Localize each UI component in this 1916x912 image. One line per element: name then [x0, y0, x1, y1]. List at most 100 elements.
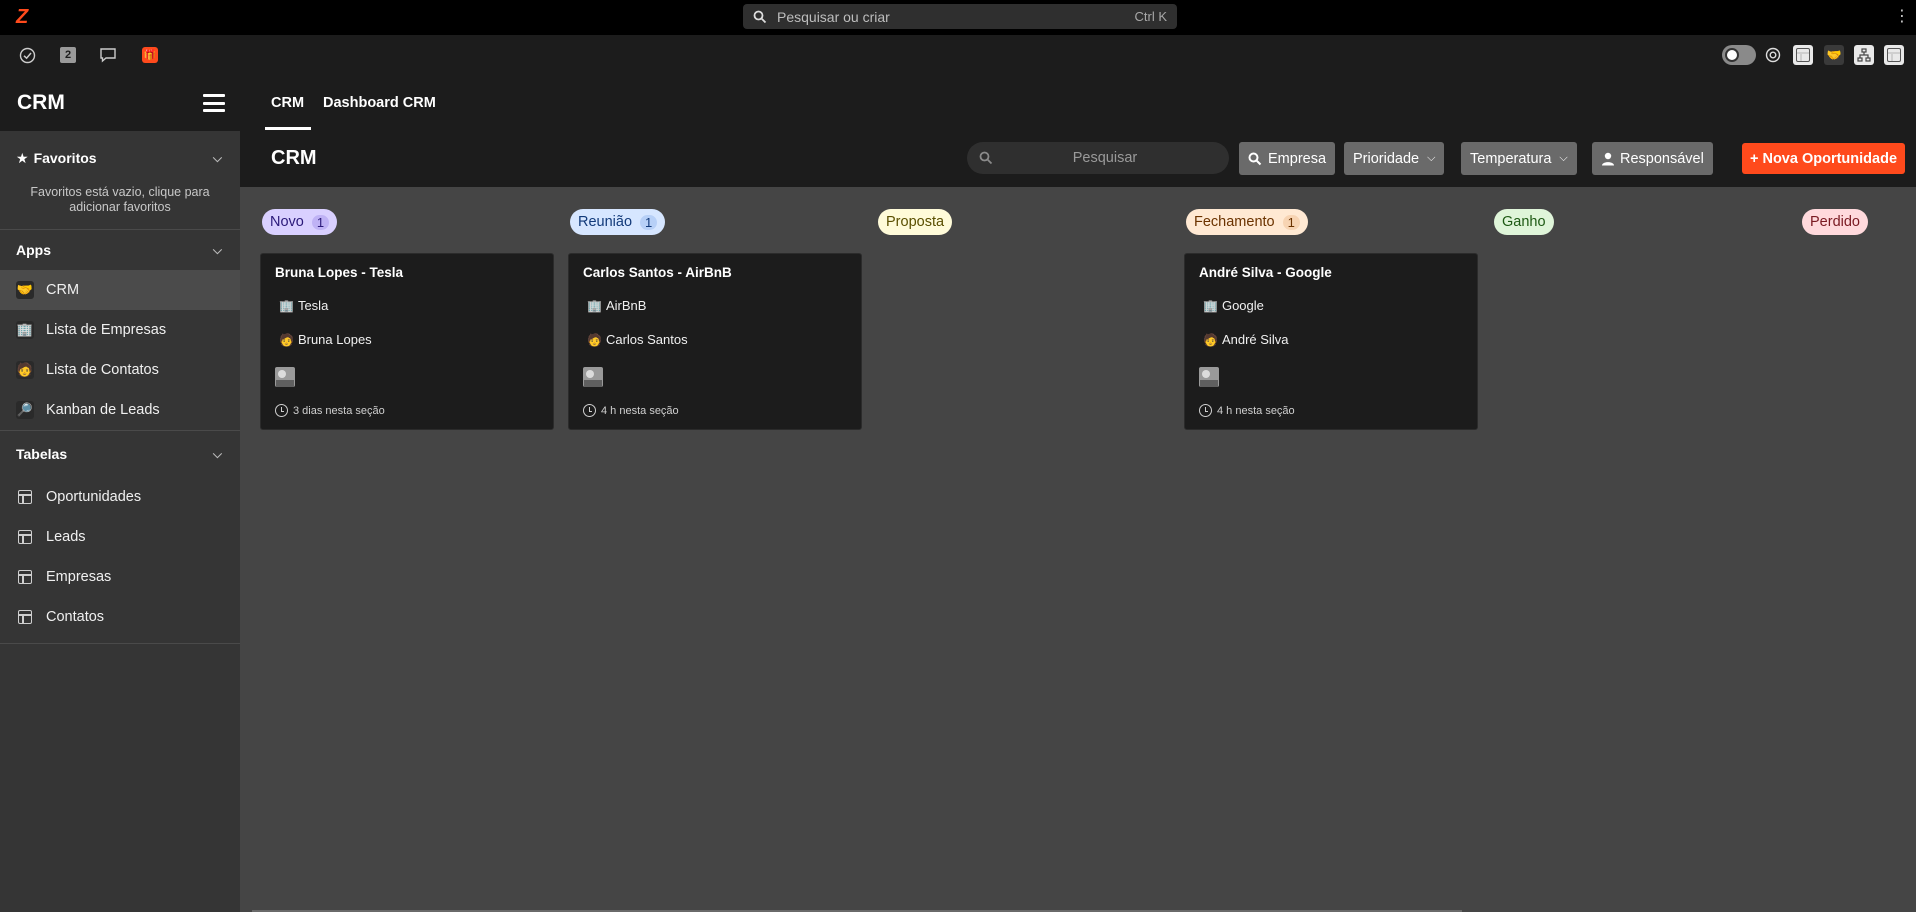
chevron-down-icon: ⌵	[1559, 152, 1568, 164]
sidebar-item-lista-de-contatos[interactable]: 🧑 Lista de Contatos	[0, 350, 240, 390]
card-contact: 🧑 Bruna Lopes	[279, 332, 372, 347]
card-time-label: 3 dias nesta seção	[293, 404, 385, 417]
table-view-icon[interactable]	[1793, 45, 1813, 65]
building-icon: 🏢	[1203, 298, 1218, 313]
tables-title: Tabelas	[16, 446, 68, 462]
card-company-name: Tesla	[297, 298, 329, 313]
column-header-ganho[interactable]: Ganho	[1494, 209, 1554, 235]
card-contact-name: André Silva	[1221, 332, 1289, 347]
star-icon: ★	[16, 149, 29, 166]
chevron-down-icon: ⌵	[1427, 152, 1436, 164]
column-header-perdido[interactable]: Perdido	[1802, 209, 1868, 235]
sidebar-item-kanban-de-leads[interactable]: 🔎 Kanban de Leads	[0, 390, 240, 430]
filter-responsavel-label: Responsável	[1620, 150, 1704, 167]
notification-count: 2	[60, 47, 76, 63]
column-label: Novo	[270, 214, 304, 230]
card-contact-name: Bruna Lopes	[297, 332, 372, 347]
chat-icon[interactable]	[99, 46, 117, 64]
building-icon: 🏢	[279, 298, 294, 313]
global-search-input[interactable]: Pesquisar ou criar Ctrl K	[743, 4, 1177, 29]
search-icon	[1248, 152, 1262, 165]
table-icon	[16, 528, 34, 546]
avatar	[1199, 367, 1219, 387]
clock-icon	[275, 404, 288, 417]
sidebar: CRM ★ Favoritos ⌵ Favoritos está vazio, …	[0, 73, 240, 912]
favorites-empty-text: Favoritos está vazio, clique para adicio…	[30, 185, 210, 214]
sidebar-item-leads[interactable]: Leads	[0, 517, 240, 557]
sidebar-header: CRM	[0, 73, 240, 131]
gift-icon[interactable]: 🎁	[141, 46, 159, 64]
sidebar-title: CRM	[17, 91, 65, 114]
filter-empresa-button[interactable]: Empresa	[1239, 142, 1336, 175]
column-label: Fechamento	[1194, 214, 1275, 230]
global-search-shortcut: Ctrl K	[1134, 9, 1168, 24]
tab-crm[interactable]: CRM	[271, 95, 304, 111]
sidebar-item-label: Contatos	[46, 609, 105, 625]
opportunity-card[interactable]: Carlos Santos - AirBnB 🏢 AirBnB 🧑 Carlos…	[568, 253, 862, 430]
card-company: 🏢 Tesla	[279, 298, 328, 313]
person-icon: 🧑	[1203, 332, 1218, 347]
hamburger-menu-icon[interactable]	[203, 94, 225, 112]
card-title: Bruna Lopes - Tesla	[275, 265, 404, 280]
sidebar-item-contatos[interactable]: Contatos	[0, 597, 240, 637]
magnifier-icon: 🔎	[16, 401, 34, 419]
sidebar-item-lista-de-empresas[interactable]: 🏢 Lista de Empresas	[0, 310, 240, 350]
toggle-knob	[1725, 48, 1739, 62]
sidebar-item-label: Oportunidades	[46, 489, 142, 505]
card-time-in-section: 4 h nesta seção	[1199, 404, 1295, 417]
chevron-down-icon: ⌵	[212, 151, 222, 165]
filter-prioridade-dropdown[interactable]: Prioridade ⌵	[1344, 142, 1445, 175]
column-header-novo[interactable]: Novo 1	[262, 209, 338, 235]
filter-temperatura-dropdown[interactable]: Temperatura ⌵	[1461, 142, 1577, 175]
more-menu-icon[interactable]: ⋮	[1894, 6, 1910, 26]
favorites-header[interactable]: ★ Favoritos ⌵	[0, 131, 240, 185]
theme-toggle[interactable]	[1722, 45, 1756, 65]
card-company-name: Google	[1221, 298, 1264, 313]
column-header-proposta[interactable]: Proposta	[878, 209, 953, 235]
tab-dashboard-crm[interactable]: Dashboard CRM	[323, 95, 436, 111]
sidebar-item-label: Kanban de Leads	[46, 402, 160, 418]
sidebar-item-label: Leads	[46, 529, 86, 545]
opportunity-card[interactable]: Bruna Lopes - Tesla 🏢 Tesla 🧑 Bruna Lope…	[260, 253, 554, 430]
opportunity-card[interactable]: André Silva - Google 🏢 Google 🧑 André Si…	[1184, 253, 1478, 430]
avatar	[275, 367, 295, 387]
card-company-name: AirBnB	[605, 298, 647, 313]
top-bar: Z Pesquisar ou criar Ctrl K ⋮	[0, 0, 1916, 35]
lifebuoy-icon[interactable]	[1763, 45, 1783, 65]
clock-icon	[1199, 404, 1212, 417]
grid-view-icon[interactable]	[1884, 45, 1904, 65]
sidebar-item-label: Empresas	[46, 569, 112, 585]
check-circle-icon[interactable]	[18, 46, 36, 64]
sidebar-item-crm[interactable]: 🤝 CRM	[0, 270, 240, 310]
column-label: Proposta	[886, 214, 945, 230]
page-title: CRM	[271, 147, 317, 169]
sidebar-item-label: Lista de Contatos	[46, 362, 159, 378]
building-icon: 🏢	[16, 321, 34, 339]
column-label: Reunião	[578, 214, 633, 230]
handshake-icon[interactable]: 🤝	[1824, 45, 1844, 65]
search-input[interactable]: Pesquisar	[967, 142, 1229, 174]
tables-header[interactable]: Tabelas ⌵	[0, 431, 240, 477]
card-title: Carlos Santos - AirBnB	[583, 265, 732, 280]
chevron-down-icon: ⌵	[212, 243, 222, 257]
kanban-board: Novo 1 Reunião 1 Proposta Fechamento 1 G…	[240, 187, 1916, 912]
notifications-badge[interactable]: 2	[59, 46, 77, 64]
filter-prioridade-label: Prioridade	[1353, 150, 1420, 167]
building-icon: 🏢	[587, 298, 602, 313]
handshake-icon: 🤝	[16, 281, 34, 299]
card-time-label: 4 h nesta seção	[601, 404, 679, 417]
filter-responsavel-button[interactable]: Responsável	[1592, 142, 1713, 175]
card-company: 🏢 AirBnB	[587, 298, 646, 313]
app-logo[interactable]: Z	[16, 6, 28, 29]
user-icon	[1602, 152, 1614, 165]
column-header-reuniao[interactable]: Reunião 1	[570, 209, 666, 235]
nova-oportunidade-button[interactable]: + Nova Oportunidade	[1742, 143, 1906, 174]
column-header-fechamento[interactable]: Fechamento 1	[1186, 209, 1308, 235]
nova-oportunidade-label: Nova Oportunidade	[1762, 150, 1898, 167]
sidebar-item-oportunidades[interactable]: Oportunidades	[0, 477, 240, 517]
favorites-title: Favoritos	[33, 150, 97, 166]
sidebar-item-empresas[interactable]: Empresas	[0, 557, 240, 597]
card-time-in-section: 4 h nesta seção	[583, 404, 679, 417]
hierarchy-icon[interactable]	[1854, 45, 1874, 65]
apps-header[interactable]: Apps ⌵	[0, 230, 240, 270]
